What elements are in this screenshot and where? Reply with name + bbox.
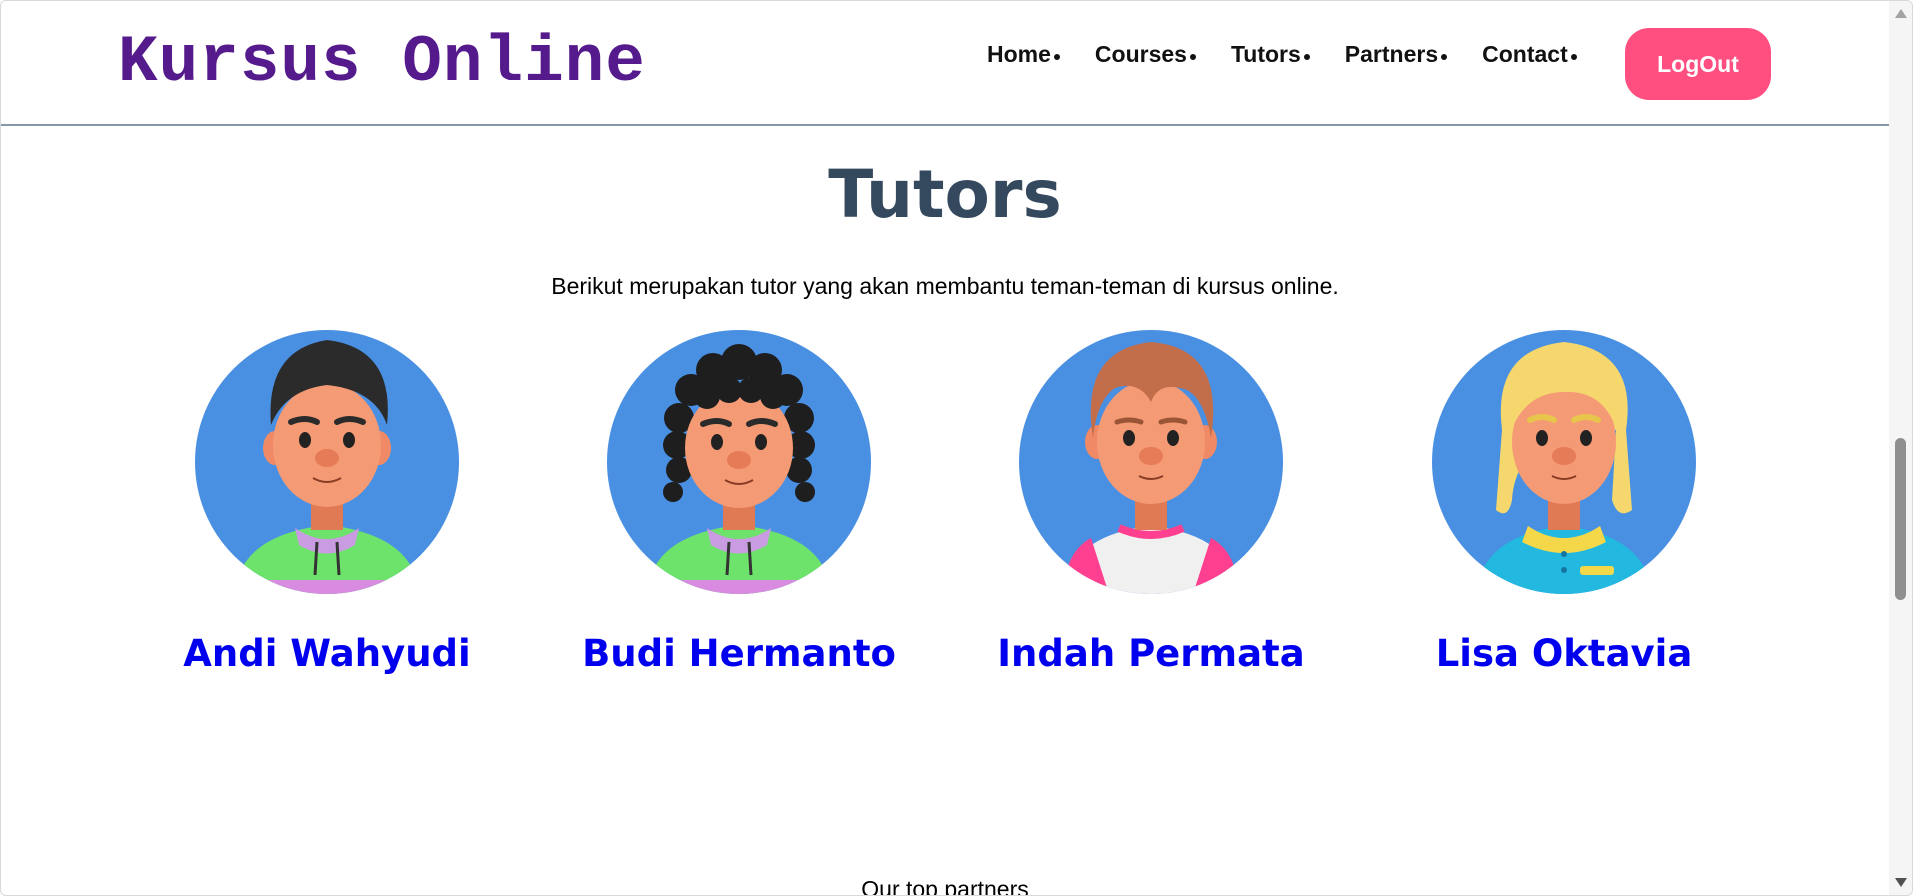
main-nav: Home Courses Tutors Partners Contact <box>987 41 1612 68</box>
nav-tutors-label: Tutors <box>1230 41 1301 67</box>
tutor-name-link[interactable]: Andi Wahyudi <box>135 632 519 675</box>
scroll-down-arrow-icon[interactable] <box>1895 878 1907 887</box>
nav-partners-label: Partners <box>1344 41 1439 67</box>
bullet-icon <box>1053 53 1060 60</box>
browser-viewport: Kursus Online Home Courses Tutors Partne… <box>0 0 1913 896</box>
bullet-icon <box>1441 53 1448 60</box>
page-subtitle: Berikut merupakan tutor yang akan memban… <box>551 273 1339 299</box>
avatar-boy-wavy-hair-icon <box>195 330 459 594</box>
bullet-icon <box>1303 53 1310 60</box>
page-title: Tutors <box>828 156 1062 233</box>
site-header: Kursus Online Home Courses Tutors Partne… <box>1 1 1889 126</box>
tutor-card: Indah Permata <box>997 330 1305 675</box>
site-logo[interactable]: Kursus Online <box>118 23 646 103</box>
scrollbar-thumb[interactable] <box>1895 438 1906 600</box>
tutor-name-link[interactable]: Lisa Oktavia <box>1372 632 1756 675</box>
avatar-boy-curly-hair-icon <box>607 330 871 594</box>
nav-contact-label: Contact <box>1482 41 1568 67</box>
nav-courses-label: Courses <box>1094 41 1187 67</box>
nav-home[interactable]: Home <box>987 41 1060 68</box>
tutor-card: Lisa Oktavia <box>1432 330 1696 675</box>
partners-heading: Our top partners <box>861 876 1029 896</box>
nav-home-label: Home <box>987 41 1051 67</box>
avatar-blonde-hair-icon <box>1432 330 1696 594</box>
logout-button[interactable]: LogOut <box>1625 28 1771 100</box>
tutor-name-link[interactable]: Indah Permata <box>959 632 1343 675</box>
nav-courses[interactable]: Courses <box>1095 41 1196 68</box>
tutor-name-link[interactable]: Budi Hermanto <box>547 632 931 675</box>
nav-tutors[interactable]: Tutors <box>1231 41 1310 68</box>
scroll-up-arrow-icon[interactable] <box>1895 9 1907 18</box>
nav-partners[interactable]: Partners <box>1344 41 1448 68</box>
bullet-icon <box>1570 53 1577 60</box>
bullet-icon <box>1189 53 1196 60</box>
tutor-card: Andi Wahyudi <box>183 330 471 675</box>
avatar-auburn-hair-icon <box>1019 330 1283 594</box>
tutor-card: Budi Hermanto <box>582 330 896 675</box>
vertical-scrollbar[interactable] <box>1889 1 1912 895</box>
nav-contact[interactable]: Contact <box>1482 41 1577 68</box>
